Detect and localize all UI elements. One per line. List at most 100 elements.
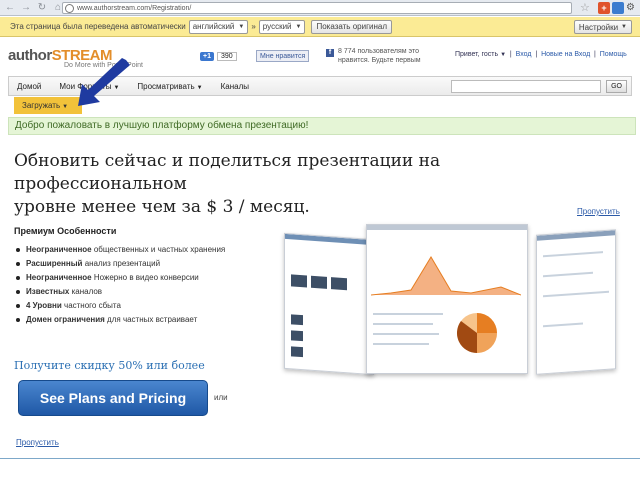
feature-item: Расширенный анализ презентаций	[14, 257, 249, 271]
translate-settings-button[interactable]: Настройки ▼	[573, 20, 632, 34]
page-headline: Обновить сейчас и поделиться презентации…	[14, 150, 614, 219]
feature-bold: 4 Уровни	[26, 301, 62, 310]
nav-item-browse[interactable]: Просматривать ▼	[137, 82, 202, 91]
panel-header	[367, 225, 527, 230]
forward-icon[interactable]: →	[20, 2, 32, 14]
search-go-button[interactable]: GO	[606, 80, 627, 93]
chevron-down-icon: ▼	[196, 84, 203, 91]
new-login-link[interactable]: Новые на Вход	[541, 51, 590, 58]
product-screenshots	[280, 222, 620, 392]
feature-text: каналов	[69, 287, 103, 296]
feature-item: Известных каналов	[14, 285, 249, 299]
panel-row	[543, 322, 583, 328]
panel-row	[543, 251, 603, 258]
target-language-value: русский	[262, 22, 292, 31]
thumbnail	[311, 275, 327, 289]
nav-channels-label: Каналы	[220, 81, 250, 91]
address-bar[interactable]: www.authorstream.com/Registration/	[62, 2, 572, 14]
translate-settings-label: Настройки	[578, 22, 619, 32]
google-plus-button[interactable]: +1 390	[200, 50, 237, 62]
source-language-select[interactable]: английский ▼	[188, 19, 249, 34]
panel-header	[537, 230, 615, 241]
chevron-down-icon: ▼	[62, 104, 69, 110]
upload-label: Загружать	[22, 101, 61, 110]
chevron-down-icon: ▼	[621, 24, 627, 30]
chevron-down-icon: ▼	[500, 52, 507, 58]
wrench-icon[interactable]: ⚙	[626, 2, 635, 13]
facebook-icon: f	[326, 49, 334, 57]
thumbnail	[291, 274, 307, 288]
analytics-chart-icon	[371, 256, 521, 296]
search-input[interactable]	[451, 80, 601, 93]
facebook-like-text: 8 774 пользователям это нравится. Будьте…	[338, 48, 421, 64]
nav-browse-label: Просматривать	[137, 81, 195, 91]
feature-bold: Неограниченное	[26, 273, 92, 282]
feature-bold: Известных	[26, 287, 70, 296]
target-language-select[interactable]: русский ▼	[258, 19, 306, 34]
discount-text: Получите скидку 50% или более	[14, 359, 205, 372]
gplus-label: +1	[200, 51, 214, 61]
panel-row	[373, 343, 429, 345]
headline-line-1: Обновить сейчас и поделиться презентации…	[14, 151, 441, 194]
thumbnail	[331, 277, 347, 291]
screenshot-settings	[536, 229, 616, 375]
login-link[interactable]: Вход	[516, 51, 532, 58]
feature-bold: Домен ограничения	[26, 315, 105, 324]
panel-row	[373, 323, 433, 325]
feature-text: частного сбыта	[61, 301, 121, 310]
user-links: Привет, гость ▼ | Вход | Новые на Вход |…	[455, 51, 627, 58]
features-title: Премиум Особенности	[14, 226, 117, 236]
globe-icon	[65, 3, 74, 13]
skip-link-top[interactable]: Пропустить	[577, 207, 620, 216]
feature-item: 4 Уровни частного сбыта	[14, 299, 249, 313]
panel-row	[373, 333, 439, 335]
translate-infobar: Эта страница была переведена автоматичес…	[0, 17, 640, 37]
gplus-count: 390	[216, 51, 237, 61]
panel-row	[543, 290, 609, 298]
extension-icon-2[interactable]	[612, 2, 624, 14]
chevron-down-icon: ▼	[295, 23, 302, 30]
pie-chart-icon	[457, 313, 497, 353]
bookmark-star-icon[interactable]: ☆	[580, 1, 590, 14]
feature-bold: Неограниченное	[26, 245, 92, 254]
browser-toolbar: ← → ↻ ⌂ www.authorstream.com/Registratio…	[0, 0, 640, 16]
headline-line-2: уровне менее чем за $ 3 / месяц.	[14, 197, 310, 217]
annotation-arrow-icon	[78, 58, 130, 106]
screenshot-analytics	[366, 224, 528, 374]
feature-item: Неограниченное Ножерно в видео конверсии	[14, 271, 249, 285]
back-icon[interactable]: ←	[4, 2, 16, 14]
nav-item-home[interactable]: Домой	[17, 82, 41, 91]
source-language-value: английский	[192, 22, 235, 31]
features-list: Неограниченное общественных и частных хр…	[14, 243, 249, 327]
thumbnail	[291, 314, 303, 326]
panel-header	[285, 233, 373, 246]
feature-bold: Расширенный	[26, 259, 83, 268]
extension-icon[interactable]: +	[598, 2, 610, 14]
panel-row	[373, 313, 443, 315]
logo-prefix: author	[8, 47, 52, 64]
reload-icon[interactable]: ↻	[36, 2, 48, 14]
feature-item: Домен ограничения для частных встраивает	[14, 313, 249, 327]
welcome-banner: Добро пожаловать в лучшую платформу обме…	[8, 117, 636, 135]
skip-link-bottom[interactable]: Пропустить	[16, 438, 59, 447]
feature-text: для частных встраивает	[104, 315, 198, 324]
facebook-like-button[interactable]: Мне нравится	[256, 50, 310, 62]
show-original-button[interactable]: Показать оригинал	[311, 19, 392, 34]
feature-text: анализ презентаций	[82, 259, 161, 268]
feature-text: Ножерно в видео конверсии	[91, 273, 199, 282]
help-link[interactable]: Помощь	[600, 51, 627, 58]
see-plans-button[interactable]: See Plans and Pricing	[18, 380, 208, 416]
language-arrow: »	[251, 22, 256, 31]
feature-text: общественных и частных хранения	[91, 245, 226, 254]
nav-item-channels[interactable]: Каналы	[221, 82, 249, 91]
panel-row	[543, 271, 593, 278]
bottom-divider	[0, 458, 640, 459]
greeting: Привет, гость	[455, 51, 499, 58]
thumbnail	[291, 330, 303, 342]
nav-home-label: Домой	[17, 81, 42, 91]
chevron-down-icon: ▼	[238, 23, 245, 30]
translate-message: Эта страница была переведена автоматичес…	[10, 22, 186, 31]
feature-item: Неограниченное общественных и частных хр…	[14, 243, 249, 257]
or-text: или	[214, 393, 228, 402]
url-text: www.authorstream.com/Registration/	[77, 4, 192, 12]
